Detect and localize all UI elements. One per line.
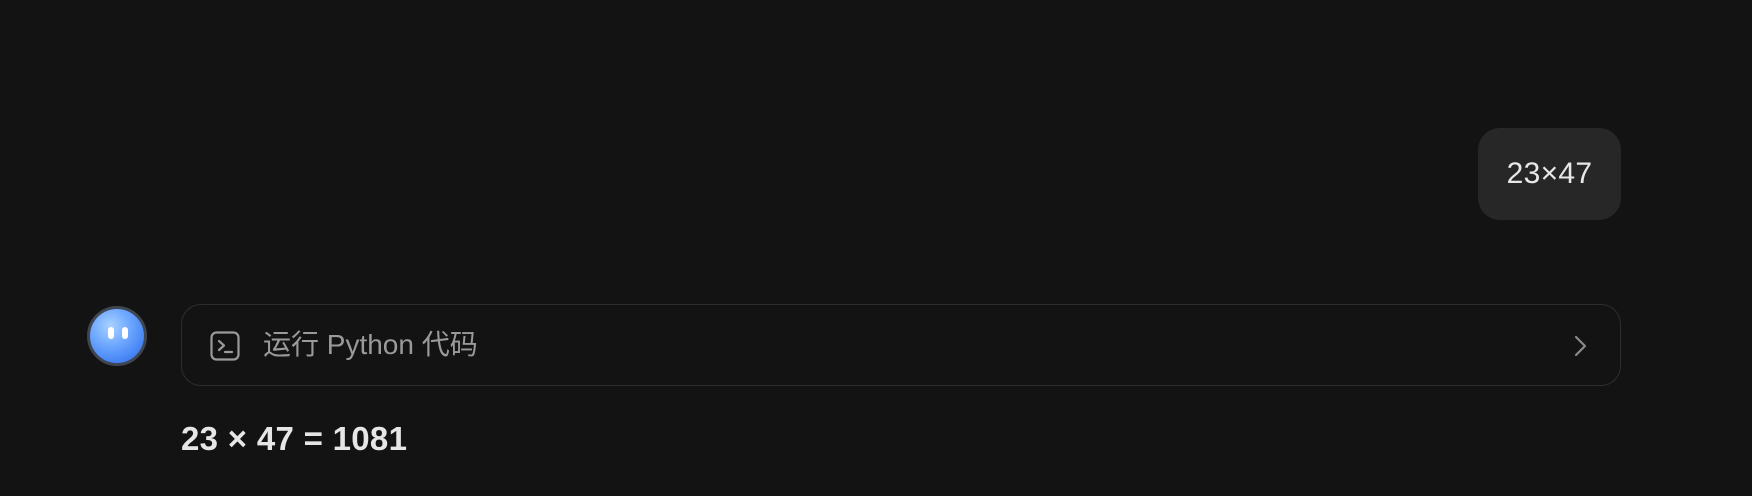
assistant-avatar: [87, 306, 147, 366]
tool-call-card[interactable]: 运行 Python 代码: [181, 304, 1621, 386]
avatar-left-eye: [108, 327, 114, 339]
user-message-text: 23×47: [1506, 157, 1593, 190]
chat-page: 23×47 运行 Python 代码 23 × 47 = 1081: [0, 0, 1752, 496]
tool-call-label: 运行 Python 代码: [263, 329, 478, 360]
user-message-bubble: 23×47: [1478, 128, 1621, 220]
chevron-right-icon[interactable]: [1570, 332, 1590, 360]
terminal-icon: [210, 331, 240, 361]
avatar-right-eye: [122, 327, 128, 339]
assistant-answer-text: 23 × 47 = 1081: [181, 420, 408, 457]
